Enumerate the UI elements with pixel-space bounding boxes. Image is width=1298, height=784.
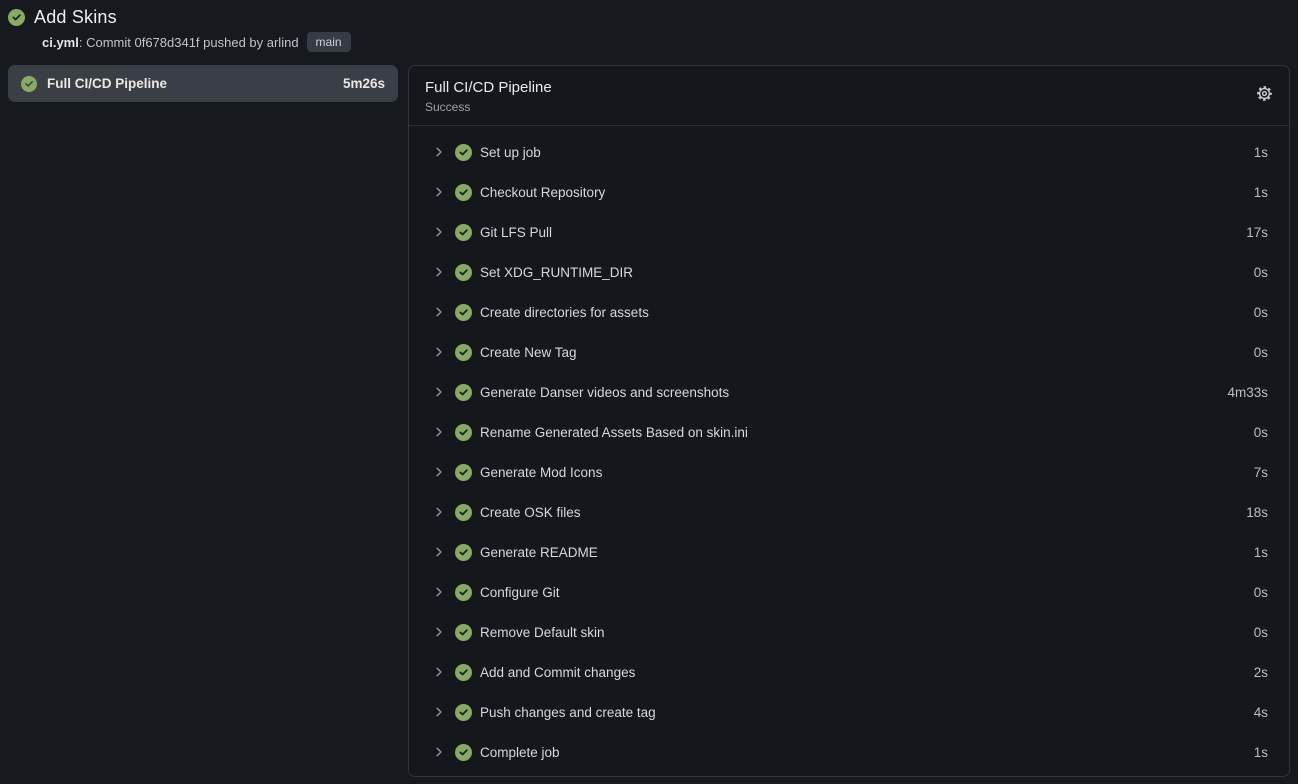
step-duration: 17s xyxy=(1246,225,1268,240)
step-name: Git LFS Pull xyxy=(480,225,552,240)
step-row[interactable]: Create directories for assets 0s xyxy=(409,292,1289,332)
step-row[interactable]: Set XDG_RUNTIME_DIR 0s xyxy=(409,252,1289,292)
chevron-right-icon[interactable] xyxy=(433,506,445,518)
step-row[interactable]: Create New Tag 0s xyxy=(409,332,1289,372)
step-row[interactable]: Git LFS Pull 17s xyxy=(409,212,1289,252)
job-status-text: Success xyxy=(425,100,1273,115)
step-success-icon xyxy=(455,384,472,401)
job-detail-panel: Full CI/CD Pipeline Success Set up job 1… xyxy=(408,65,1290,777)
step-name: Complete job xyxy=(480,745,560,760)
chevron-right-icon[interactable] xyxy=(433,186,445,198)
step-row[interactable]: Generate Danser videos and screenshots 4… xyxy=(409,372,1289,412)
step-duration: 18s xyxy=(1246,505,1268,520)
step-success-icon xyxy=(455,624,472,641)
job-detail-title: Full CI/CD Pipeline xyxy=(425,78,1273,97)
job-settings-button[interactable] xyxy=(1256,85,1273,102)
step-duration: 0s xyxy=(1254,425,1268,440)
run-header: Add Skins ci.yml: Commit 0f678d341f push… xyxy=(0,0,1298,52)
step-duration: 4m33s xyxy=(1227,385,1268,400)
chevron-right-icon[interactable] xyxy=(433,146,445,158)
chevron-right-icon[interactable] xyxy=(433,546,445,558)
step-name: Create New Tag xyxy=(480,345,577,360)
step-name: Rename Generated Assets Based on skin.in… xyxy=(480,425,748,440)
step-success-icon xyxy=(455,224,472,241)
step-row[interactable]: Generate Mod Icons 7s xyxy=(409,452,1289,492)
step-row[interactable]: Generate README 1s xyxy=(409,532,1289,572)
chevron-right-icon[interactable] xyxy=(433,666,445,678)
step-name: Set up job xyxy=(480,145,541,160)
step-row[interactable]: Remove Default skin 0s xyxy=(409,612,1289,652)
step-success-icon xyxy=(455,344,472,361)
step-success-icon xyxy=(455,184,472,201)
chevron-right-icon[interactable] xyxy=(433,586,445,598)
step-duration: 0s xyxy=(1254,305,1268,320)
step-row[interactable]: Complete job 1s xyxy=(409,732,1289,772)
job-success-icon xyxy=(21,76,37,92)
step-name: Set XDG_RUNTIME_DIR xyxy=(480,265,633,280)
chevron-right-icon[interactable] xyxy=(433,466,445,478)
step-duration: 1s xyxy=(1254,545,1268,560)
step-row[interactable]: Add and Commit changes 2s xyxy=(409,652,1289,692)
step-name: Add and Commit changes xyxy=(480,665,635,680)
step-duration: 0s xyxy=(1254,585,1268,600)
step-name: Generate Mod Icons xyxy=(480,465,602,480)
steps-list: Set up job 1s Checkout Repository 1s Git… xyxy=(409,126,1289,776)
step-success-icon xyxy=(455,464,472,481)
run-title: Add Skins xyxy=(34,7,117,28)
step-name: Create directories for assets xyxy=(480,305,649,320)
chevron-right-icon[interactable] xyxy=(433,746,445,758)
chevron-right-icon[interactable] xyxy=(433,426,445,438)
step-success-icon xyxy=(455,544,472,561)
step-success-icon xyxy=(455,584,472,601)
step-success-icon xyxy=(455,424,472,441)
chevron-right-icon[interactable] xyxy=(433,346,445,358)
chevron-right-icon[interactable] xyxy=(433,626,445,638)
step-duration: 0s xyxy=(1254,345,1268,360)
run-success-icon xyxy=(8,9,25,26)
step-duration: 0s xyxy=(1254,265,1268,280)
chevron-right-icon[interactable] xyxy=(433,266,445,278)
step-success-icon xyxy=(455,744,472,761)
workflow-file-name: ci.yml xyxy=(42,35,79,50)
job-name: Full CI/CD Pipeline xyxy=(47,76,167,91)
step-success-icon xyxy=(455,504,472,521)
step-name: Remove Default skin xyxy=(480,625,605,640)
chevron-right-icon[interactable] xyxy=(433,706,445,718)
step-row[interactable]: Checkout Repository 1s xyxy=(409,172,1289,212)
jobs-sidebar: Full CI/CD Pipeline 5m26s xyxy=(8,65,398,102)
step-name: Generate README xyxy=(480,545,598,560)
step-duration: 1s xyxy=(1254,145,1268,160)
step-success-icon xyxy=(455,704,472,721)
job-detail-header: Full CI/CD Pipeline Success xyxy=(409,66,1289,125)
step-row[interactable]: Push changes and create tag 4s xyxy=(409,692,1289,732)
step-duration: 1s xyxy=(1254,745,1268,760)
step-duration: 2s xyxy=(1254,665,1268,680)
step-success-icon xyxy=(455,664,472,681)
step-row[interactable]: Set up job 1s xyxy=(409,132,1289,172)
chevron-right-icon[interactable] xyxy=(433,386,445,398)
step-row[interactable]: Rename Generated Assets Based on skin.in… xyxy=(409,412,1289,452)
step-success-icon xyxy=(455,144,472,161)
step-name: Push changes and create tag xyxy=(480,705,656,720)
step-success-icon xyxy=(455,264,472,281)
commit-summary: : Commit 0f678d341f pushed by arlind xyxy=(79,35,299,50)
step-row[interactable]: Create OSK files 18s xyxy=(409,492,1289,532)
job-duration: 5m26s xyxy=(343,76,385,91)
step-row[interactable]: Configure Git 0s xyxy=(409,572,1289,612)
job-item-full-cicd-pipeline[interactable]: Full CI/CD Pipeline 5m26s xyxy=(8,65,398,102)
commit-line: ci.yml: Commit 0f678d341f pushed by arli… xyxy=(42,32,1288,52)
chevron-right-icon[interactable] xyxy=(433,306,445,318)
step-duration: 7s xyxy=(1254,465,1268,480)
step-name: Configure Git xyxy=(480,585,560,600)
step-success-icon xyxy=(455,304,472,321)
branch-badge[interactable]: main xyxy=(307,32,351,52)
chevron-right-icon[interactable] xyxy=(433,226,445,238)
step-duration: 1s xyxy=(1254,185,1268,200)
step-duration: 4s xyxy=(1254,705,1268,720)
step-name: Checkout Repository xyxy=(480,185,605,200)
step-name: Create OSK files xyxy=(480,505,581,520)
step-duration: 0s xyxy=(1254,625,1268,640)
step-name: Generate Danser videos and screenshots xyxy=(480,385,729,400)
gear-icon xyxy=(1256,90,1273,105)
